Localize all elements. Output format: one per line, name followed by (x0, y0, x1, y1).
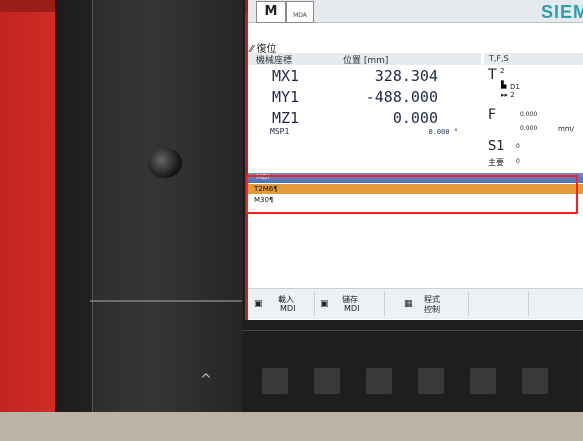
feed-unit: mm/ (558, 125, 574, 133)
top-bar: M MDA SIEM (248, 0, 583, 23)
next-tool: ▸▸ 2 (501, 91, 515, 99)
tfs-header: T,F,S (484, 53, 583, 65)
hardware-softkey[interactable] (418, 368, 444, 394)
door-lock-knob[interactable] (148, 148, 182, 178)
feed-actual: 0.000 (520, 111, 538, 118)
hardware-softkey[interactable] (262, 368, 288, 394)
save-mdi-softkey[interactable]: ▣ 儲存 MDI (314, 292, 385, 316)
position-header: 機械座標 位置 [mm] (248, 53, 481, 66)
spindle-value: 0.000 ° (428, 128, 458, 136)
load-mdi-softkey[interactable]: ▣ 載入 MDI (248, 292, 315, 316)
mda-mode-button[interactable]: MDA (286, 1, 314, 23)
spindle-speed: 0 (516, 143, 520, 150)
axis-value: 328.304 (374, 67, 438, 85)
softkey-bar: ▣ 載入 MDI ▣ 儲存 MDI ▦ 程式 控制 (248, 288, 583, 319)
main-spindle-label: 主要 (488, 158, 504, 167)
feed-label: F (488, 107, 497, 123)
feed-setpoint: 0.000 (520, 125, 538, 132)
program-control-icon: ▦ (404, 299, 413, 309)
softkey-empty[interactable] (468, 292, 529, 316)
tfs-panel: T,F,S T 2 ▙ D1 ▸▸ 2 F 0.000 0.000 mm/ S1… (484, 53, 583, 173)
floor (0, 412, 583, 441)
axis-name: MY1 (272, 88, 300, 106)
mdi-editor[interactable] (248, 205, 583, 285)
spindle-name: MSP1 (270, 127, 290, 136)
axis-value: -488.000 (365, 88, 438, 106)
hardware-softkey[interactable] (366, 368, 392, 394)
tool-label: T (488, 67, 497, 83)
recall-key-icon[interactable]: ^ (200, 372, 212, 388)
spindle-label: S1 (488, 139, 505, 154)
position-column-header: 位置 [mm] (343, 56, 389, 66)
hardware-softkey[interactable] (314, 368, 340, 394)
brand-logo: SIEM (540, 2, 583, 22)
tool-offset: D1 (510, 83, 520, 91)
axis-name: MZ1 (272, 109, 300, 127)
film-edge (90, 300, 242, 302)
program-control-softkey[interactable]: ▦ 程式 控制 (398, 292, 469, 316)
highlight-box (246, 175, 578, 214)
protective-film (92, 0, 243, 420)
hardware-softkey[interactable] (522, 368, 548, 394)
axis-name: MX1 (272, 67, 300, 85)
main-spindle-value: 0 (516, 158, 520, 165)
hardware-softkey[interactable] (470, 368, 496, 394)
axis-value: 0.000 (392, 109, 438, 127)
hmi-screen: M MDA SIEM ⁄⁄ 復位 機械座標 位置 [mm] MX1 328.30… (248, 0, 583, 320)
bezel-divider (242, 330, 583, 331)
machine-mode-button[interactable]: M (256, 1, 286, 23)
save-icon: ▣ (320, 299, 329, 309)
tool-number: 2 (500, 67, 505, 75)
tool-icon: ▙ (501, 81, 507, 89)
load-icon: ▣ (254, 299, 263, 309)
axis-column-header: 機械座標 (256, 56, 293, 66)
